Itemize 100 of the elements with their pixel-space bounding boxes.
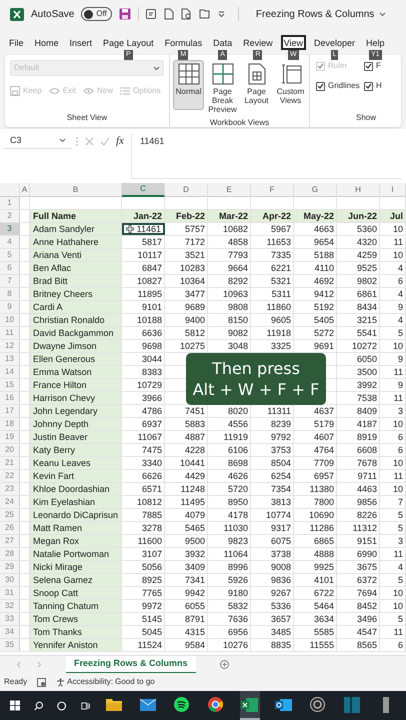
checkbox[interactable] (316, 82, 325, 90)
row-number[interactable]: 9 (0, 301, 20, 313)
ribbon-tab[interactable]: Page Layout (100, 35, 157, 50)
table-cell: Tom Thanks (30, 626, 122, 638)
column-header[interactable]: H (337, 183, 380, 197)
app-icon[interactable] (383, 696, 390, 712)
row-number[interactable]: 29 (0, 561, 20, 573)
column-header[interactable]: F (251, 183, 294, 197)
row-number[interactable]: 30 (0, 574, 20, 586)
ribbon-tab[interactable]: File (6, 35, 27, 50)
mail-icon[interactable] (140, 698, 156, 710)
view-button[interactable]: Page Break Preview (207, 60, 238, 117)
row-number[interactable]: 13 (0, 353, 20, 365)
checkbox[interactable] (364, 62, 373, 70)
row-number[interactable]: 14 (0, 366, 20, 378)
add-sheet-icon[interactable] (220, 660, 229, 669)
table-cell: 6055 (165, 600, 208, 612)
mail-app-icon[interactable] (275, 698, 292, 712)
column-header[interactable]: C (122, 183, 165, 197)
row-number[interactable]: 7 (0, 275, 20, 287)
ribbon-tab[interactable]: Developer (311, 35, 358, 50)
row-number[interactable]: 25 (0, 509, 20, 521)
table-cell: Anne Hathahere (30, 236, 122, 248)
row-number[interactable]: 19 (0, 431, 20, 443)
row-number[interactable]: 2 (0, 210, 20, 222)
row-number[interactable]: 16 (0, 392, 20, 404)
row-number[interactable]: 31 (0, 587, 20, 599)
ribbon-tab[interactable]: View (280, 35, 306, 50)
column-heading: Apr-22 (251, 210, 294, 222)
table-cell: 4626 (208, 470, 251, 482)
save-icon[interactable] (118, 8, 131, 20)
row-number[interactable]: 17 (0, 405, 20, 417)
ribbon-tab[interactable]: Formulas (162, 35, 206, 50)
formula-input[interactable]: 11461 (130, 133, 402, 179)
row-number[interactable]: 12 (0, 340, 20, 352)
search-icon[interactable] (34, 700, 44, 712)
accessibility-status[interactable]: Accessibility: Good to go (67, 676, 155, 688)
table-cell: 9664 (208, 262, 251, 274)
print-preview-icon[interactable] (180, 8, 192, 20)
macro-record-icon[interactable] (37, 678, 46, 686)
sheet-tab[interactable]: Freezing Rows & Columns (66, 656, 196, 674)
recorder-icon[interactable] (310, 697, 326, 712)
row-number[interactable]: 28 (0, 548, 20, 560)
row-number[interactable]: 27 (0, 535, 20, 547)
column-header[interactable]: A (20, 183, 30, 197)
window-icon[interactable] (344, 696, 360, 712)
autosave-toggle[interactable]: Off (81, 7, 112, 21)
row-number[interactable]: 5 (0, 249, 20, 261)
ribbon-tab[interactable]: Review (240, 35, 276, 50)
spreadsheet-app-icon[interactable] (241, 698, 258, 712)
row-number[interactable]: 24 (0, 496, 20, 508)
customize-icon[interactable] (218, 11, 225, 17)
new-file-icon[interactable] (164, 8, 174, 20)
ribbon-tab[interactable]: Insert (66, 35, 96, 50)
row-number[interactable]: 34 (0, 626, 20, 638)
ribbon-tab[interactable]: Home (32, 35, 62, 50)
view-button[interactable]: Page Layout (241, 60, 272, 108)
browser-icon[interactable] (208, 697, 224, 712)
row-number[interactable]: 4 (0, 236, 20, 248)
row-number[interactable]: 11 (0, 327, 20, 339)
row-number[interactable]: 32 (0, 600, 20, 612)
music-app-icon[interactable] (174, 697, 190, 712)
taskbar-app[interactable] (240, 691, 260, 720)
task-view-icon[interactable] (80, 700, 90, 712)
row-number[interactable]: 10 (0, 314, 20, 326)
row-number[interactable]: 20 (0, 444, 20, 456)
row-number[interactable]: 6 (0, 262, 20, 274)
accessibility-icon[interactable] (56, 678, 66, 686)
row-number[interactable]: 1 (0, 197, 20, 209)
row-number[interactable]: 35 (0, 639, 20, 651)
view-button[interactable]: Normal (173, 60, 204, 110)
row-number[interactable]: 26 (0, 522, 20, 534)
view-button[interactable]: Custom Views (275, 60, 306, 108)
table-cell: 6722 (294, 587, 337, 599)
row-number[interactable]: 33 (0, 613, 20, 625)
table-cell: Matt Ramen (30, 522, 122, 534)
row-number[interactable]: 22 (0, 470, 20, 482)
checkbox-label: Gridlines (328, 80, 360, 92)
ribbon-tab[interactable]: Help (363, 35, 388, 50)
row-number[interactable]: 15 (0, 379, 20, 391)
document-title[interactable]: Freezing Rows & Columns (256, 6, 386, 22)
name-box[interactable]: C3 (4, 133, 72, 149)
row-number[interactable]: 8 (0, 288, 20, 300)
ribbon-tab[interactable]: Data (210, 35, 236, 50)
circle-icon[interactable] (57, 700, 67, 712)
column-header[interactable]: D (165, 183, 208, 197)
row-number[interactable]: 21 (0, 457, 20, 469)
column-header[interactable]: I (380, 183, 406, 197)
open-folder-icon[interactable] (198, 9, 211, 19)
row-number[interactable]: 23 (0, 483, 20, 495)
row-number[interactable]: 3 (0, 223, 20, 235)
column-header[interactable]: G (294, 183, 337, 197)
checkbox[interactable] (364, 82, 373, 90)
table-cell: 7475 (122, 444, 165, 456)
folder-icon[interactable] (106, 698, 122, 711)
column-header[interactable]: E (208, 183, 251, 197)
row-number[interactable]: 18 (0, 418, 20, 430)
insert-function-button[interactable]: fx (116, 132, 124, 150)
windows-start-icon[interactable] (10, 699, 20, 712)
form-icon[interactable] (146, 8, 157, 20)
